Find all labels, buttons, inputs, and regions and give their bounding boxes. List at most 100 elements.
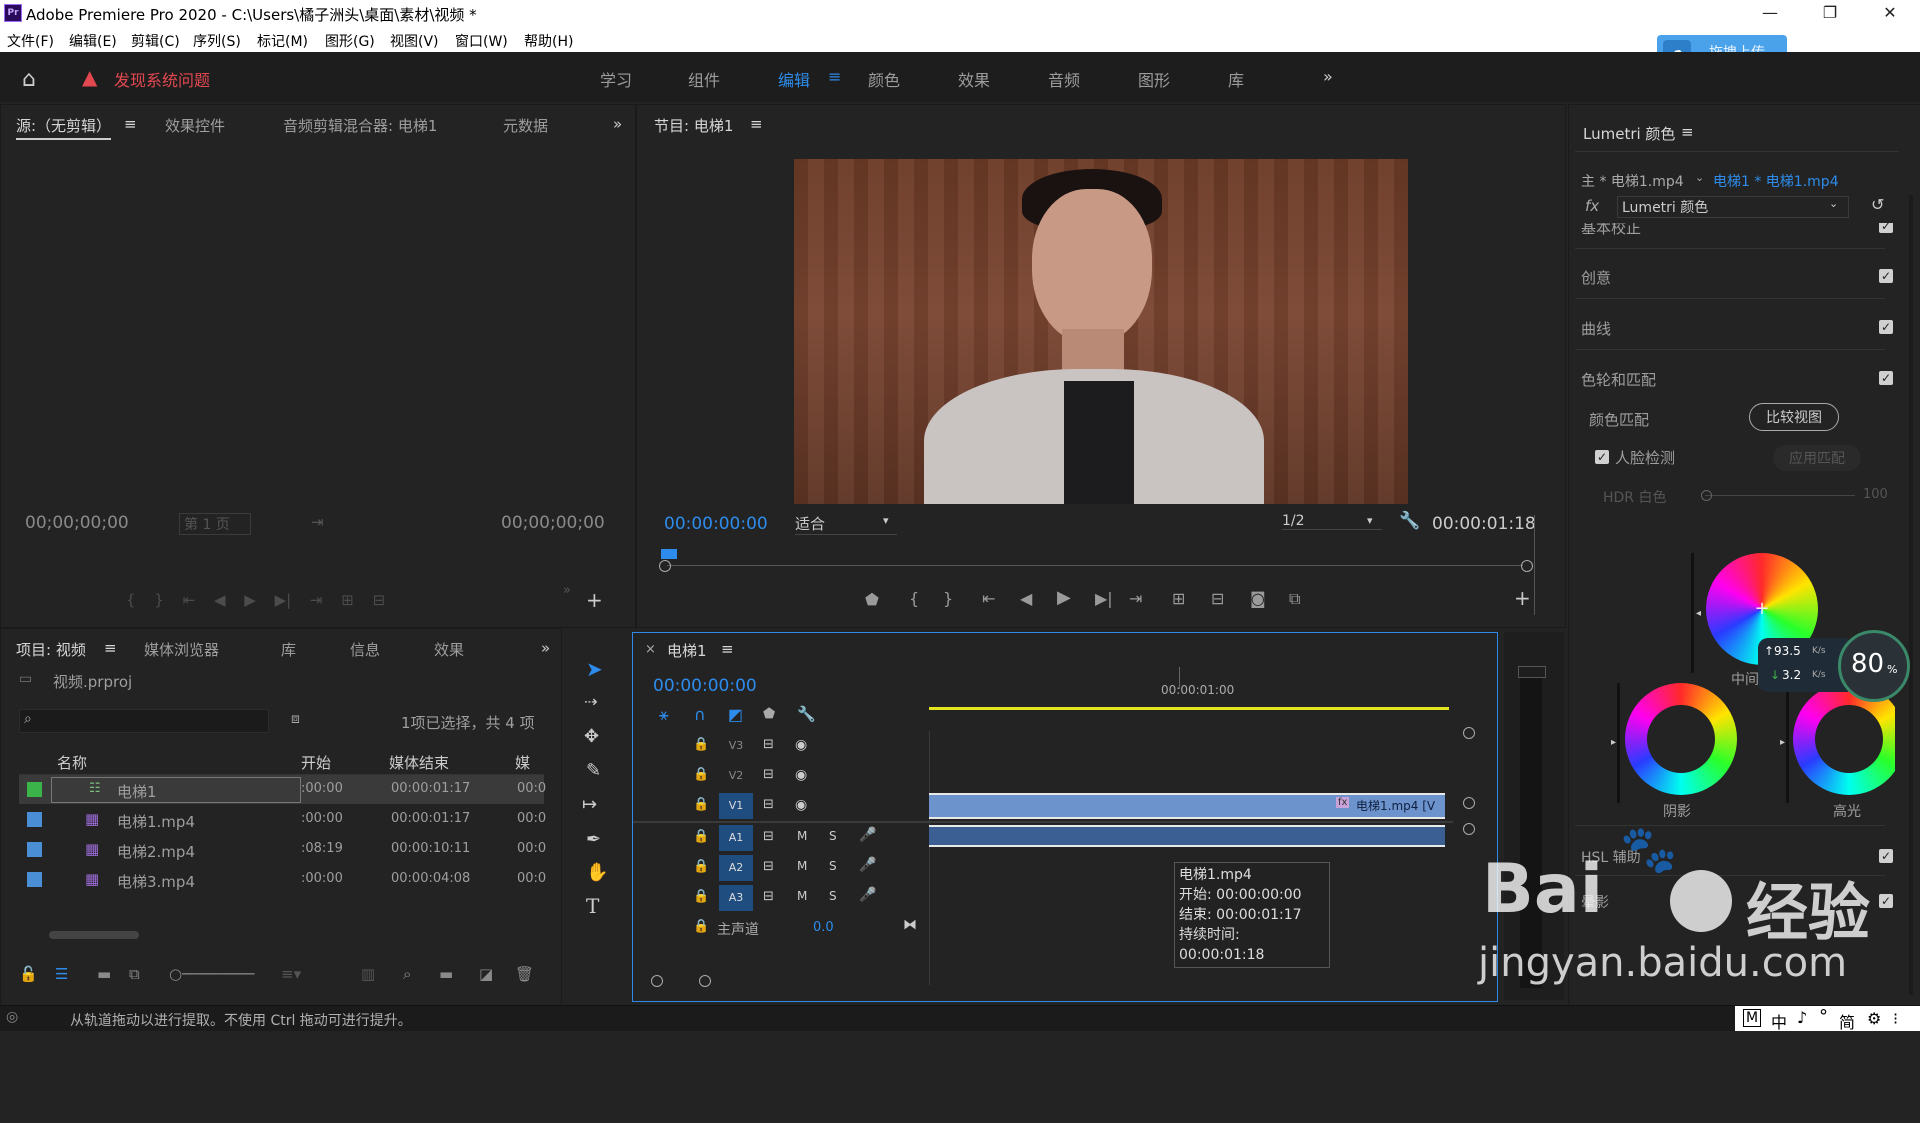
hdr-slider-handle[interactable] — [1701, 490, 1712, 501]
microphone-icon[interactable]: 🎤 — [859, 887, 876, 903]
source-menu-icon[interactable]: ≡ — [124, 115, 137, 133]
label-color-swatch[interactable] — [27, 782, 42, 797]
label-color-swatch[interactable] — [27, 842, 42, 857]
tab-project[interactable]: 项目: 视频 — [16, 639, 86, 660]
microphone-icon[interactable]: 🎤 — [859, 827, 876, 843]
column-start[interactable]: 开始 — [301, 752, 331, 773]
new-item-icon[interactable]: ◪ — [479, 965, 493, 983]
highlights-slider-handle[interactable]: ▸ — [1780, 737, 1785, 748]
icon-view-icon[interactable]: ▬ — [97, 965, 111, 983]
project-more-tabs-icon[interactable]: » — [541, 639, 550, 657]
lumetri-scrollbar[interactable] — [1909, 195, 1913, 995]
shadows-color-wheel[interactable] — [1625, 683, 1737, 795]
project-menu-icon[interactable]: ≡ — [104, 639, 117, 657]
time-ruler[interactable]: 00:00:01:00 — [929, 667, 1484, 719]
solo-icon[interactable]: S — [829, 859, 837, 873]
highlights-slider[interactable] — [1786, 683, 1789, 803]
mark-in-icon[interactable]: { — [909, 589, 919, 608]
menu-help[interactable]: 帮助(H) — [524, 31, 573, 51]
page-select[interactable]: 第 1 页 — [179, 513, 251, 535]
fit-select[interactable]: 适合 — [795, 513, 897, 535]
program-current-timecode[interactable]: 00:00:00:00 — [664, 514, 768, 534]
wheel-crosshair-icon[interactable]: + — [1752, 599, 1772, 619]
tab-media-browser[interactable]: 媒体浏览器 — [144, 639, 219, 660]
go-to-out-icon[interactable]: ⇥ — [1129, 589, 1142, 608]
source-more-icon[interactable]: » — [563, 583, 571, 598]
source-add-icon[interactable]: + — [586, 588, 603, 612]
curves-checkbox[interactable]: ✓ — [1879, 320, 1893, 334]
horizontal-scrollbar[interactable] — [49, 931, 139, 939]
workspace-libraries[interactable]: 库 — [1228, 67, 1244, 91]
tab-metadata[interactable]: 元数据 — [503, 115, 548, 136]
fit-chevron-down-icon[interactable]: ▾ — [883, 514, 889, 527]
lift-icon[interactable]: ⊞ — [1172, 589, 1185, 608]
column-name[interactable]: 名称 — [57, 752, 87, 773]
midtones-slider-handle[interactable]: ◂ — [1696, 608, 1701, 619]
menu-edit[interactable]: 编辑(E) — [69, 31, 117, 51]
lock-icon[interactable]: 🔒 — [693, 737, 709, 752]
ripple-edit-tool-icon[interactable]: ✥ — [584, 726, 599, 747]
ime-simplified-icon[interactable]: 简 — [1839, 1009, 1855, 1033]
workspace-menu-icon[interactable]: ≡ — [828, 67, 841, 86]
audio-clip[interactable] — [929, 825, 1445, 847]
workspace-graphics[interactable]: 图形 — [1138, 67, 1170, 91]
track-label[interactable]: V3 — [723, 739, 749, 752]
section-vignette[interactable]: 晕影 — [1581, 892, 1609, 912]
lock-icon[interactable]: 🔒 — [693, 797, 709, 812]
master-chevron-down-icon[interactable]: ⌄ — [1695, 171, 1704, 184]
master-volume-value[interactable]: 0.0 — [813, 920, 834, 935]
ime-punct-icon[interactable]: ° — [1819, 1006, 1828, 1027]
snap-magnet-icon[interactable]: ∩ — [694, 705, 706, 724]
razor-tool-icon[interactable]: ✎ — [586, 760, 601, 781]
reset-icon[interactable]: ↺ — [1871, 195, 1884, 214]
list-view-icon[interactable]: ☰ — [55, 965, 68, 983]
v-zoom-handle-top[interactable] — [1463, 727, 1475, 739]
compare-view-button[interactable]: 比较视图 — [1749, 403, 1839, 431]
tab-effect-controls[interactable]: 效果控件 — [165, 115, 225, 136]
automate-icon[interactable]: ▥ — [361, 965, 375, 983]
tab-info[interactable]: 信息 — [350, 639, 380, 660]
face-detect-checkbox[interactable]: ✓ — [1595, 450, 1609, 464]
workspace-effects[interactable]: 效果 — [958, 67, 990, 91]
apply-match-button[interactable]: 应用匹配 — [1773, 445, 1861, 471]
label-color-swatch[interactable] — [27, 872, 42, 887]
eye-icon[interactable]: ◉ — [795, 797, 807, 813]
system-issue-link[interactable]: 发现系统问题 — [114, 67, 210, 91]
section-creative[interactable]: 创意 — [1581, 267, 1611, 288]
sort-icon[interactable]: ≡▾ — [281, 965, 301, 983]
lock-icon[interactable]: 🔒 — [693, 919, 709, 934]
project-search-input[interactable]: ⌕ — [19, 709, 269, 733]
track-label[interactable]: A3 — [719, 885, 753, 911]
solo-icon[interactable]: S — [829, 889, 837, 903]
resolution-chevron-down-icon[interactable]: ▾ — [1367, 514, 1373, 527]
mark-out-icon[interactable]: } — [943, 589, 953, 608]
menu-view[interactable]: 视图(V) — [390, 31, 439, 51]
table-row[interactable]: ▦ 电梯1.mp4 :00:00 00:00:01:17 00:0 — [19, 805, 546, 834]
table-row[interactable]: ▦ 电梯2.mp4 :08:19 00:00:10:11 00:0 — [19, 835, 546, 864]
table-row[interactable]: ☷ 电梯1 :00:00 00:00:01:17 00:0 — [19, 775, 546, 804]
scrub-bar[interactable] — [667, 565, 1523, 566]
hand-tool-icon[interactable]: ✋ — [586, 862, 608, 883]
lock-icon[interactable]: 🔒 — [693, 767, 709, 782]
master-collapse-icon[interactable]: ⧓ — [903, 917, 917, 933]
workspace-color[interactable]: 颜色 — [868, 67, 900, 91]
more-tabs-icon[interactable]: » — [613, 115, 622, 133]
step-forward-icon[interactable]: ▶| — [1095, 589, 1113, 608]
ime-mode-icon[interactable]: M — [1743, 1009, 1762, 1027]
compare-view-icon[interactable]: ⧉ — [1289, 589, 1300, 609]
workspace-editing[interactable]: 编辑 — [778, 67, 810, 91]
workspace-assembly[interactable]: 组件 — [688, 67, 720, 91]
ime-more-icon[interactable]: ⁝ — [1893, 1009, 1898, 1028]
workspace-audio[interactable]: 音频 — [1048, 67, 1080, 91]
track-label[interactable]: A1 — [719, 825, 753, 851]
timeline-timecode[interactable]: 00:00:00:00 — [653, 676, 757, 696]
step-back-icon[interactable]: ◀ — [1020, 589, 1032, 608]
lock-icon[interactable]: 🔓 — [19, 965, 38, 983]
menu-graphics[interactable]: 图形(G) — [325, 31, 375, 51]
vignette-checkbox[interactable]: ✓ — [1879, 894, 1893, 908]
close-icon[interactable]: ✕ — [1870, 2, 1910, 24]
scrub-end-handle[interactable] — [1521, 560, 1533, 572]
menu-marker[interactable]: 标记(M) — [257, 31, 308, 51]
home-icon[interactable]: ⌂ — [22, 67, 36, 92]
zoom-slider[interactable]: ○──────── — [169, 965, 254, 983]
